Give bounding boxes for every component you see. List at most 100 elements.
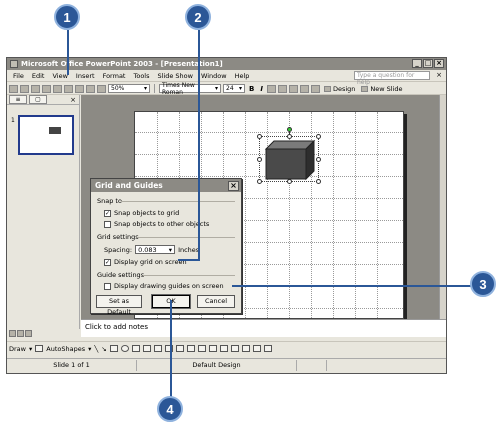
callout-4: 4 bbox=[157, 396, 183, 422]
slide-thumbnail-number: 1 bbox=[11, 117, 15, 124]
menu-edit[interactable]: Edit bbox=[28, 72, 49, 80]
cut-icon[interactable] bbox=[53, 84, 62, 93]
grid-line bbox=[245, 112, 246, 318]
font-color-icon[interactable] bbox=[208, 345, 217, 352]
snap-objects-option[interactable]: Snap objects to other objects bbox=[104, 220, 209, 228]
font-select[interactable]: Times New Roman ▾ bbox=[159, 81, 221, 96]
slide-sorter-view-icon[interactable] bbox=[17, 330, 24, 337]
diagram-icon[interactable] bbox=[153, 345, 162, 352]
numbering-icon[interactable] bbox=[288, 84, 298, 93]
pane-tabs: ≡ ▢ × bbox=[7, 95, 79, 105]
align-left-icon[interactable] bbox=[266, 84, 276, 93]
shadow-style-icon[interactable] bbox=[252, 345, 261, 352]
snap-objects-checkbox[interactable] bbox=[104, 220, 111, 228]
draw-menu-button[interactable]: Draw bbox=[9, 345, 26, 353]
picture-icon[interactable] bbox=[175, 345, 184, 352]
close-document-icon[interactable]: × bbox=[436, 71, 442, 79]
menu-format[interactable]: Format bbox=[99, 72, 130, 80]
normal-view-icon[interactable] bbox=[9, 330, 16, 337]
bold-button[interactable]: B bbox=[247, 85, 256, 93]
status-bar: Slide 1 of 1 Default Design bbox=[7, 358, 446, 372]
cancel-button[interactable]: Cancel bbox=[197, 295, 235, 308]
align-center-icon[interactable] bbox=[277, 84, 287, 93]
bullets-icon[interactable] bbox=[299, 84, 309, 93]
thumbnail-cube-shape bbox=[49, 127, 61, 134]
snap-grid-option[interactable]: ✓ Snap objects to grid bbox=[104, 209, 179, 217]
help-search-input[interactable]: Type a question for help bbox=[354, 71, 430, 86]
paste-icon[interactable] bbox=[75, 84, 84, 93]
save-icon[interactable] bbox=[31, 84, 40, 93]
line-color-icon[interactable] bbox=[197, 345, 206, 352]
close-button[interactable]: × bbox=[434, 59, 444, 68]
display-grid-checkbox[interactable]: ✓ bbox=[104, 258, 111, 266]
restore-button[interactable]: □ bbox=[423, 59, 433, 68]
resize-handle[interactable] bbox=[287, 179, 292, 184]
select-objects-icon[interactable] bbox=[35, 345, 44, 352]
drawing-toolbar: Draw ▾ AutoShapes ▾ ╲ ↘ bbox=[7, 341, 446, 355]
rectangle-icon[interactable] bbox=[109, 345, 118, 352]
line-icon[interactable]: ╲ bbox=[94, 345, 98, 353]
chevron-down-icon: ▾ bbox=[88, 344, 92, 353]
new-slide-button[interactable]: New Slide bbox=[359, 85, 404, 93]
set-as-default-button[interactable]: Set as Default bbox=[96, 295, 142, 316]
slide-show-view-icon[interactable] bbox=[25, 330, 32, 337]
autoshapes-menu-button[interactable]: AutoShapes bbox=[46, 345, 85, 353]
redo-icon[interactable] bbox=[97, 84, 106, 93]
design-button[interactable]: Design bbox=[322, 85, 357, 93]
arrow-style-icon[interactable] bbox=[241, 345, 250, 352]
rotation-handle[interactable] bbox=[287, 127, 292, 132]
powerpoint-app-icon bbox=[10, 60, 18, 68]
italic-button[interactable]: I bbox=[258, 85, 265, 93]
snap-grid-checkbox[interactable]: ✓ bbox=[104, 209, 111, 217]
copy-icon[interactable] bbox=[64, 84, 73, 93]
oval-icon[interactable] bbox=[120, 345, 129, 352]
slide-thumbnail[interactable] bbox=[18, 115, 74, 155]
menu-insert[interactable]: Insert bbox=[72, 72, 99, 80]
fill-color-icon[interactable] bbox=[186, 345, 195, 352]
resize-handle[interactable] bbox=[316, 134, 321, 139]
new-icon[interactable] bbox=[9, 84, 18, 93]
menu-help[interactable]: Help bbox=[231, 72, 254, 80]
print-icon[interactable] bbox=[42, 84, 51, 93]
view-buttons bbox=[7, 330, 80, 338]
resize-handle[interactable] bbox=[257, 134, 262, 139]
zoom-select[interactable]: 50% ▾ bbox=[108, 84, 150, 93]
font-color-icon[interactable] bbox=[310, 84, 320, 93]
3d-style-icon[interactable] bbox=[263, 345, 272, 352]
resize-handle[interactable] bbox=[257, 179, 262, 184]
menu-slide-show[interactable]: Slide Show bbox=[154, 72, 197, 80]
font-size-select[interactable]: 24 ▾ bbox=[223, 84, 245, 93]
display-grid-option[interactable]: ✓ Display grid on screen bbox=[104, 258, 187, 266]
spacing-input[interactable]: 0.083 ▾ bbox=[135, 245, 176, 254]
formatting-toolbar: 50% ▾ Times New Roman ▾ 24 ▾ B I Design New… bbox=[7, 81, 446, 96]
snap-section-heading: Snap to bbox=[97, 197, 122, 205]
text-box-icon[interactable] bbox=[131, 345, 140, 352]
notes-pane[interactable]: Click to add notes bbox=[81, 319, 446, 337]
resize-handle[interactable] bbox=[287, 134, 292, 139]
font-value: Times New Roman bbox=[162, 81, 195, 96]
grid-line bbox=[333, 112, 334, 318]
tab-slides[interactable]: ▢ bbox=[29, 95, 47, 104]
cube-shape-selection[interactable] bbox=[257, 127, 321, 184]
resize-handle[interactable] bbox=[316, 179, 321, 184]
display-guides-option[interactable]: Display drawing guides on screen bbox=[104, 282, 224, 290]
menu-window[interactable]: Window bbox=[197, 72, 231, 80]
resize-handle[interactable] bbox=[257, 157, 262, 162]
display-guides-checkbox[interactable] bbox=[104, 282, 111, 290]
chevron-down-icon[interactable]: ▾ bbox=[169, 246, 172, 254]
line-style-icon[interactable] bbox=[219, 345, 228, 352]
menu-file[interactable]: File bbox=[9, 72, 28, 80]
pane-close-icon[interactable]: × bbox=[70, 96, 76, 104]
dash-style-icon[interactable] bbox=[230, 345, 239, 352]
undo-icon[interactable] bbox=[86, 84, 95, 93]
snap-objects-label: Snap objects to other objects bbox=[114, 220, 210, 228]
wordart-icon[interactable] bbox=[142, 345, 151, 352]
minimize-button[interactable]: _ bbox=[412, 59, 422, 68]
arrow-icon[interactable]: ↘ bbox=[101, 345, 106, 353]
open-icon[interactable] bbox=[20, 84, 29, 93]
tab-outline[interactable]: ≡ bbox=[9, 95, 27, 104]
resize-handle[interactable] bbox=[316, 157, 321, 162]
menu-tools[interactable]: Tools bbox=[129, 72, 153, 80]
dialog-close-button[interactable]: × bbox=[228, 180, 239, 191]
section-divider bbox=[143, 275, 235, 276]
